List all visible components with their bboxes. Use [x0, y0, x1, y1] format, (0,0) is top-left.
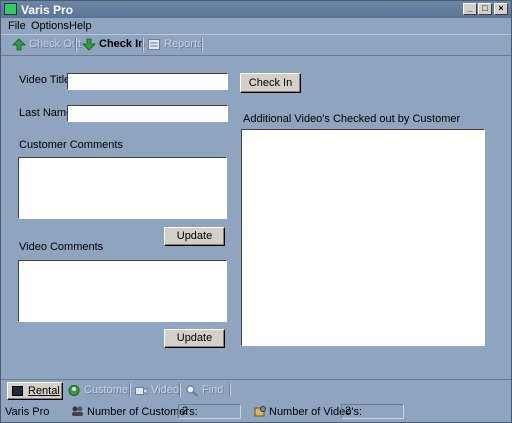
tab-check-in-label: Check In	[99, 38, 145, 50]
customer-comments-label: Customer Comments	[19, 139, 123, 151]
tab-rental[interactable]: Rental	[7, 382, 63, 400]
app-window: Varis Pro _ □ × File Options Help Check …	[0, 0, 512, 423]
update-video-comments-button[interactable]: Update	[164, 329, 225, 348]
customers-icon	[71, 405, 84, 417]
tab-check-out[interactable]: Check Out	[12, 37, 81, 53]
app-icon	[4, 3, 17, 15]
tab-find-label: Find	[202, 384, 224, 396]
tab-check-out-label: Check Out	[29, 38, 81, 50]
status-bar: Varis Pro Number of Customers: 2 Number …	[1, 401, 511, 422]
customer-icon	[68, 385, 80, 396]
toolbar-separator	[129, 383, 131, 397]
arrow-up-icon	[12, 38, 26, 51]
last-name-input[interactable]	[67, 105, 228, 122]
status-app-name: Varis Pro	[5, 406, 50, 418]
toolbar-separator	[201, 38, 203, 52]
minimize-button[interactable]: _	[463, 3, 477, 15]
tab-video[interactable]: Video	[134, 383, 179, 399]
check-in-button[interactable]: Check In	[240, 73, 301, 93]
window-title: Varis Pro	[21, 3, 74, 17]
customer-comments-field[interactable]	[18, 157, 227, 219]
magnifier-icon	[186, 385, 199, 397]
toolbar-separator	[179, 383, 181, 397]
arrow-down-icon	[82, 38, 96, 51]
video-icon	[135, 387, 148, 395]
film-icon	[12, 386, 23, 396]
tab-reports[interactable]: Reports	[147, 37, 203, 53]
close-button[interactable]: ×	[494, 3, 508, 15]
update-customer-comments-button[interactable]: Update	[164, 227, 225, 246]
menu-help[interactable]: Help	[69, 20, 92, 32]
menu-options[interactable]: Options	[31, 20, 69, 32]
last-name-label: Last Name	[19, 107, 73, 119]
tab-video-label: Video	[151, 384, 179, 396]
tab-check-in[interactable]: Check In	[82, 37, 145, 53]
report-icon	[148, 39, 160, 50]
toolbar-separator	[75, 38, 77, 52]
videos-count-value: 2	[341, 404, 404, 419]
title-bar[interactable]: Varis Pro _ □ ×	[1, 1, 511, 18]
main-toolbar: Check Out Check In Reports	[1, 34, 511, 56]
additional-videos-label: Additional Video's Checked out by Custom…	[243, 113, 461, 125]
toolbar-separator	[229, 383, 231, 397]
video-comments-field[interactable]	[18, 260, 227, 322]
video-comments-label: Video Comments	[19, 241, 104, 253]
video-title-input[interactable]	[67, 73, 228, 90]
tab-reports-label: Reports	[164, 38, 203, 50]
tab-find[interactable]: Find	[185, 383, 227, 399]
menu-bar: File Options Help	[1, 18, 511, 34]
tab-rental-label: Rental	[28, 385, 60, 397]
video-title-label: Video Title	[19, 74, 71, 86]
tab-customer-label: Customer	[84, 384, 132, 396]
tab-customer[interactable]: Customer	[67, 383, 132, 399]
additional-videos-list[interactable]	[241, 129, 485, 346]
toolbar-separator	[142, 38, 144, 52]
videos-icon	[254, 405, 267, 417]
menu-file[interactable]: File	[8, 20, 26, 32]
maximize-button[interactable]: □	[478, 3, 492, 15]
customers-count-value: 2	[178, 404, 241, 419]
bottom-navigation: Rental Customer Video Find	[1, 379, 511, 402]
